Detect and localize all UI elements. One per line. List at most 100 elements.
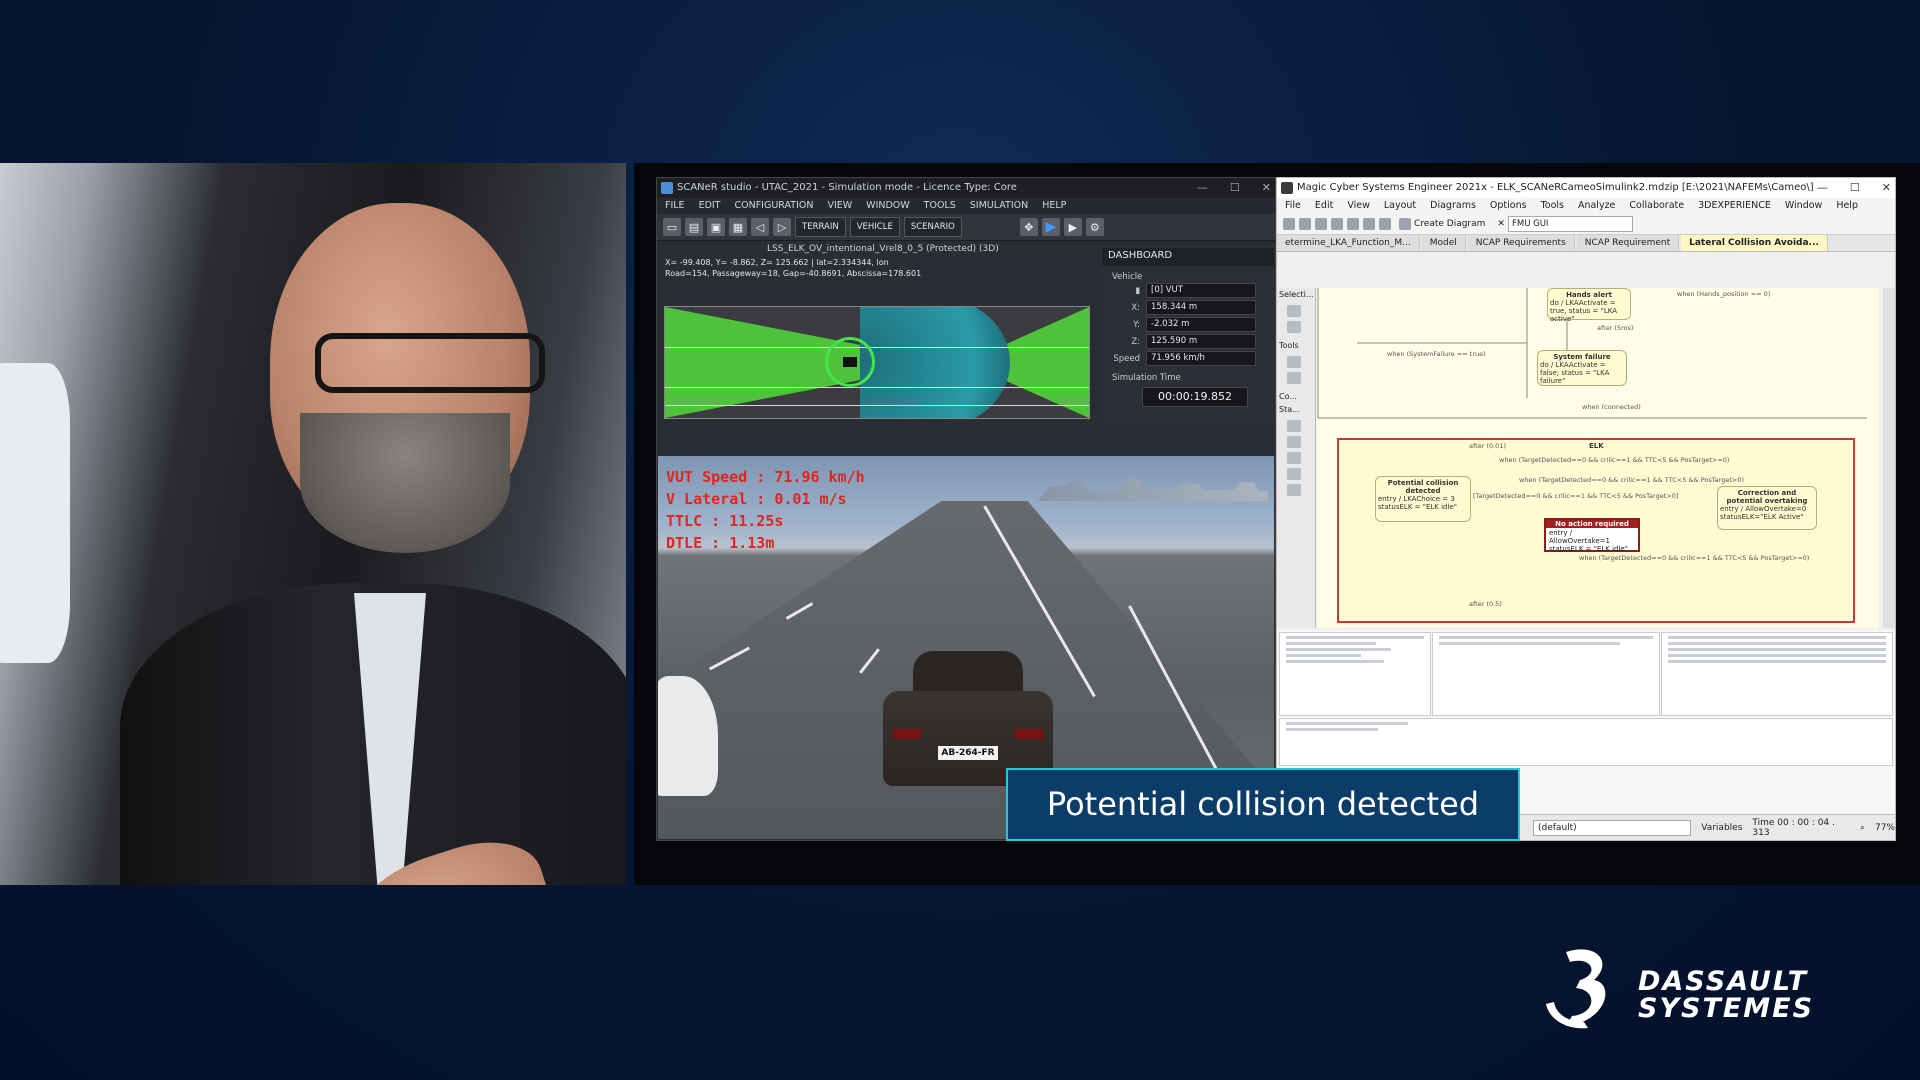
tool-icon[interactable] bbox=[1287, 356, 1301, 368]
top-view-sensor[interactable] bbox=[664, 306, 1090, 419]
open-folder-icon[interactable]: ▤ bbox=[685, 218, 703, 236]
tab-lateral-collision[interactable]: Lateral Collision Avoida... bbox=[1681, 235, 1828, 251]
zoom-icon[interactable]: ⌕ bbox=[1860, 823, 1865, 833]
menu-configuration[interactable]: CONFIGURATION bbox=[735, 198, 814, 214]
vehicle-icon: ▮ bbox=[1135, 285, 1140, 296]
vehicle-button[interactable]: VEHICLE bbox=[849, 217, 900, 237]
minimize-icon[interactable]: — bbox=[1197, 178, 1208, 198]
zoom-level[interactable]: 77% bbox=[1875, 823, 1895, 833]
speed-label: Speed bbox=[1113, 353, 1140, 364]
terrain-button[interactable]: TERRAIN bbox=[795, 217, 846, 237]
menu-view[interactable]: VIEW bbox=[827, 198, 852, 214]
pointer-icon[interactable] bbox=[1287, 305, 1301, 317]
state-machine-diagram[interactable]: Hands alert do / LKAActivate = true, sta… bbox=[1317, 288, 1879, 628]
tab-ncap-requirement[interactable]: NCAP Requirement bbox=[1576, 235, 1680, 251]
forward-arrow-icon[interactable]: ▷ bbox=[773, 218, 791, 236]
save-icon[interactable] bbox=[1315, 218, 1327, 230]
step-icon[interactable]: ▶ bbox=[1063, 218, 1082, 236]
initial-icon[interactable] bbox=[1287, 452, 1301, 464]
menu-window[interactable]: Window bbox=[1785, 198, 1822, 214]
scaner-window: SCANeR studio - UTAC_2021 - Simulation m… bbox=[656, 177, 1276, 841]
variables-table-pane[interactable] bbox=[1661, 632, 1893, 716]
back-arrow-icon[interactable]: ◁ bbox=[751, 218, 769, 236]
transition-label: when (connected) bbox=[1582, 403, 1641, 411]
tab-model[interactable]: Model bbox=[1421, 235, 1466, 251]
menu-file[interactable]: File bbox=[1285, 198, 1301, 214]
menu-collaborate[interactable]: Collaborate bbox=[1629, 198, 1684, 214]
palette-selection[interactable]: Selecti... bbox=[1277, 288, 1315, 301]
menu-3dexperience[interactable]: 3DEXPERIENCE bbox=[1698, 198, 1771, 214]
scaner-titlebar: SCANeR studio - UTAC_2021 - Simulation m… bbox=[657, 178, 1275, 198]
vehicle-field[interactable]: [0] VUT bbox=[1146, 283, 1256, 298]
properties-pane[interactable] bbox=[1432, 632, 1660, 716]
close-icon[interactable]: ✕ bbox=[1882, 178, 1891, 198]
menu-file[interactable]: FILE bbox=[665, 198, 685, 214]
elk-region[interactable]: ELK after (0.01) when (TargetDetected==0… bbox=[1337, 438, 1855, 623]
containment-tree-pane[interactable] bbox=[1279, 632, 1431, 716]
state-no-action-required[interactable]: No action required entry / AllowOvertake… bbox=[1544, 518, 1640, 553]
state-system-failure[interactable]: System failure do / LKAActivate = false;… bbox=[1537, 350, 1627, 386]
maximize-icon[interactable]: ☐ bbox=[1850, 178, 1860, 198]
hud-overlay: VUT Speed : 71.96 km/h V Lateral : 0.01 … bbox=[666, 466, 865, 554]
paste-icon[interactable] bbox=[1347, 218, 1359, 230]
hud-ttlc: TTLC : 11.25s bbox=[666, 512, 784, 530]
close-icon[interactable]: ✕ bbox=[1262, 178, 1271, 198]
final-icon[interactable] bbox=[1287, 468, 1301, 480]
menu-edit[interactable]: EDIT bbox=[699, 198, 721, 214]
x-label: X: bbox=[1131, 302, 1140, 313]
cameo-app-icon bbox=[1281, 182, 1293, 194]
maximize-icon[interactable]: ☐ bbox=[1230, 178, 1240, 198]
palette-tools[interactable]: Tools bbox=[1277, 339, 1315, 352]
license-plate: AB-264-FR bbox=[938, 746, 998, 760]
tab-ncap-requirements[interactable]: NCAP Requirements bbox=[1467, 235, 1575, 251]
simulation-console-pane[interactable] bbox=[1279, 718, 1893, 766]
diagram-scrollbar[interactable] bbox=[1883, 288, 1895, 628]
state-potential-collision[interactable]: Potential collision detected entry / LKA… bbox=[1375, 476, 1471, 522]
settings-icon[interactable]: ⚙ bbox=[1085, 218, 1104, 236]
new-icon[interactable] bbox=[1283, 218, 1295, 230]
menu-tools[interactable]: Tools bbox=[1541, 198, 1564, 214]
transition-label: after (5ms) bbox=[1597, 324, 1634, 332]
menu-window[interactable]: WINDOW bbox=[866, 198, 910, 214]
menu-simulation[interactable]: SIMULATION bbox=[970, 198, 1028, 214]
minimize-icon[interactable]: — bbox=[1817, 178, 1828, 198]
state-title: No action required bbox=[1546, 520, 1638, 528]
state-correction[interactable]: Correction and potential overtaking entr… bbox=[1717, 486, 1817, 530]
menu-help[interactable]: HELP bbox=[1042, 198, 1066, 214]
wrench-icon: ✕ bbox=[1497, 219, 1505, 229]
menu-view[interactable]: View bbox=[1347, 198, 1370, 214]
create-diagram-button[interactable]: Create Diagram bbox=[1395, 218, 1489, 230]
new-file-icon[interactable]: ▭ bbox=[663, 218, 681, 236]
hud-vut-speed: VUT Speed : 71.96 km/h bbox=[666, 468, 865, 486]
palette-state[interactable]: Sta... bbox=[1277, 403, 1315, 416]
save-icon[interactable]: ▣ bbox=[707, 218, 725, 236]
copy-icon[interactable] bbox=[1331, 218, 1343, 230]
redo-icon[interactable] bbox=[1379, 218, 1391, 230]
state-hands-alert[interactable]: Hands alert do / LKAActivate = true, sta… bbox=[1547, 288, 1631, 323]
select-icon[interactable] bbox=[1287, 321, 1301, 333]
tail-light bbox=[1015, 729, 1043, 739]
state-icon[interactable] bbox=[1287, 420, 1301, 432]
open-icon[interactable] bbox=[1299, 218, 1311, 230]
move-icon[interactable]: ✥ bbox=[1019, 218, 1038, 236]
menu-edit[interactable]: Edit bbox=[1315, 198, 1333, 214]
config-combo[interactable]: (default) bbox=[1533, 819, 1692, 836]
menu-help[interactable]: Help bbox=[1836, 198, 1858, 214]
play-icon[interactable]: ▶ bbox=[1041, 218, 1060, 236]
menu-options[interactable]: Options bbox=[1490, 198, 1527, 214]
state-body: entry / AllowOvertake=1 statusELK = "ELK… bbox=[1549, 529, 1628, 553]
tab-determine-lka[interactable]: etermine_LKA_Function_M... bbox=[1277, 235, 1420, 251]
menu-layout[interactable]: Layout bbox=[1384, 198, 1416, 214]
save-all-icon[interactable]: ▦ bbox=[729, 218, 747, 236]
transition-icon[interactable] bbox=[1287, 436, 1301, 448]
scenario-button[interactable]: SCENARIO bbox=[903, 217, 962, 237]
palette-common[interactable]: Co... bbox=[1277, 390, 1315, 403]
tool-icon[interactable] bbox=[1287, 372, 1301, 384]
menu-analyze[interactable]: Analyze bbox=[1578, 198, 1615, 214]
fmu-gui-combo[interactable]: ✕ FMU GUI bbox=[1493, 216, 1637, 232]
choice-icon[interactable] bbox=[1287, 484, 1301, 496]
undo-icon[interactable] bbox=[1363, 218, 1375, 230]
presenter-video bbox=[0, 163, 626, 885]
menu-tools[interactable]: TOOLS bbox=[924, 198, 956, 214]
menu-diagrams[interactable]: Diagrams bbox=[1430, 198, 1476, 214]
